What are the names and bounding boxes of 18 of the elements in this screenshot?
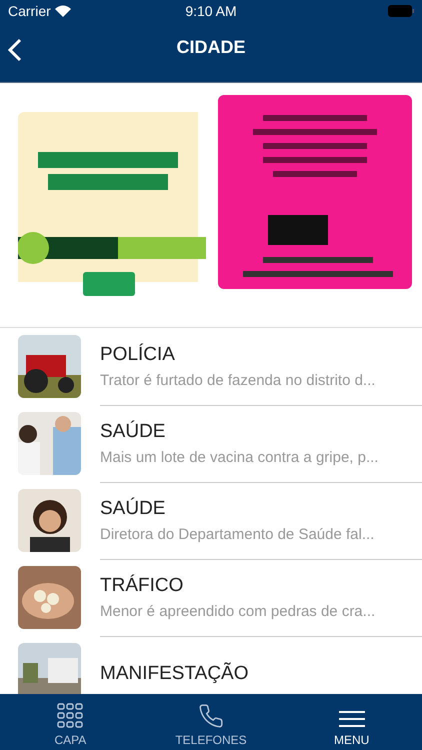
phone-icon	[198, 703, 224, 729]
grid-icon	[57, 703, 84, 729]
back-button[interactable]	[8, 38, 22, 62]
wifi-icon	[54, 5, 71, 17]
news-category[interactable]: POLÍCIA	[100, 344, 422, 366]
screen-title: CIDADE	[176, 36, 246, 58]
tab-button[interactable]: CAPA	[0, 694, 141, 750]
news-category[interactable]: SAÚDE	[100, 420, 422, 442]
menu-icon	[338, 709, 365, 729]
news-category[interactable]: SAÚDE	[100, 498, 422, 520]
tab-button[interactable]: MENU	[281, 694, 422, 750]
news-category[interactable]: MANIFESTAÇÃO	[100, 663, 422, 685]
news-category[interactable]: TRÁFICO	[100, 574, 422, 596]
back-icon	[8, 38, 22, 62]
tab-button[interactable]: TELEFONES	[140, 694, 282, 750]
status-time: 9:10 AM	[185, 3, 237, 19]
battery-icon	[388, 5, 414, 17]
carrier-label: Carrier	[8, 3, 51, 19]
